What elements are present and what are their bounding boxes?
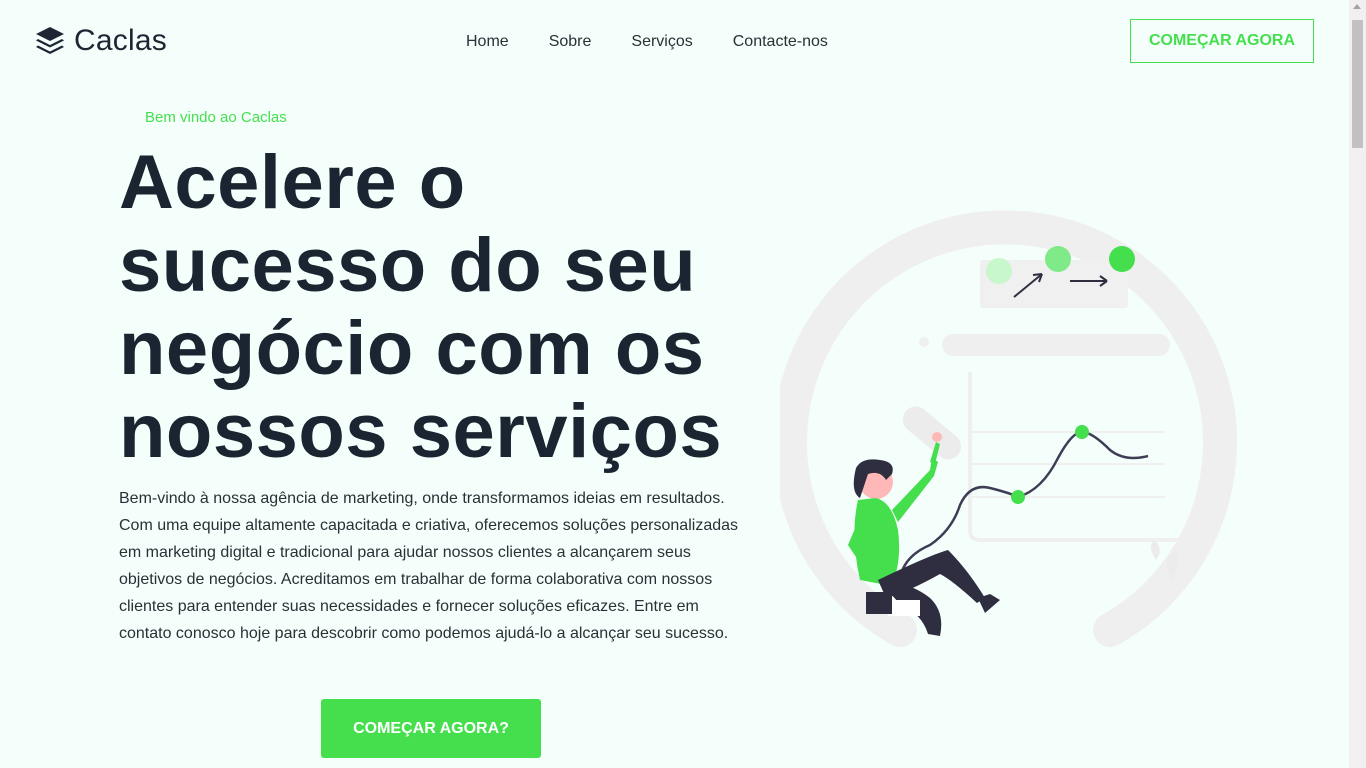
nav-servicos[interactable]: Serviços (631, 32, 692, 52)
brand-name: Caclas (74, 24, 167, 57)
hero-headline: Acelere o sucesso do seu negócio com os … (119, 141, 759, 473)
nav-home[interactable]: Home (466, 32, 509, 52)
headline-line: sucesso do seu (119, 223, 697, 308)
scrollbar-thumb[interactable] (1352, 20, 1363, 148)
header-cta-button[interactable]: COMEÇAR AGORA (1130, 19, 1314, 63)
hero-cta-button[interactable]: COMEÇAR AGORA? (321, 699, 541, 758)
brand-logo[interactable]: Caclas (34, 24, 167, 58)
scroll-up-icon[interactable] (1353, 4, 1361, 9)
hero-description: Bem-vindo à nossa agência de marketing, … (119, 490, 739, 642)
main-nav: Home Sobre Serviços Contacte-nos (466, 32, 868, 52)
hero-eyebrow: Bem vindo ao Caclas (145, 109, 287, 126)
headline-line: negócio com os (119, 306, 705, 391)
nav-contacte-nos[interactable]: Contacte-nos (733, 32, 828, 52)
headline-line: Acelere o (119, 140, 466, 225)
layers-icon (36, 27, 64, 54)
nav-sobre[interactable]: Sobre (549, 32, 592, 52)
page-scrollbar[interactable] (1349, 0, 1366, 768)
headline-line: nossos serviços (119, 389, 723, 474)
marketing-growth-illustration (780, 210, 1237, 647)
